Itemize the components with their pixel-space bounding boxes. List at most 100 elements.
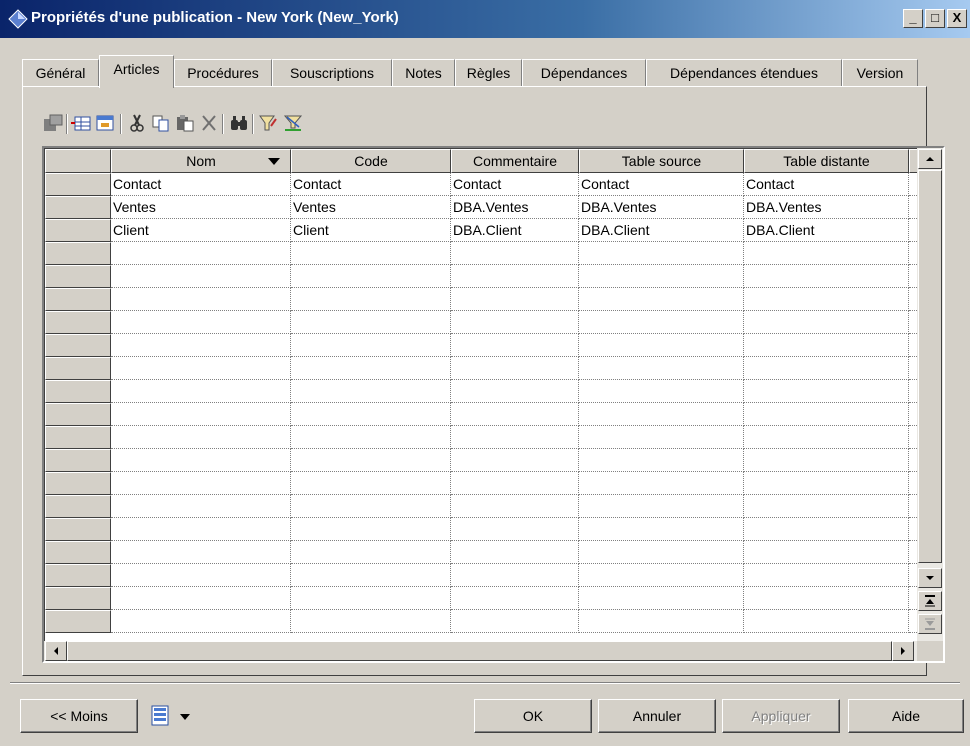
grid-cell[interactable]: DBA.Client bbox=[579, 219, 744, 242]
grid-cell[interactable] bbox=[451, 380, 579, 403]
properties-icon[interactable] bbox=[42, 112, 64, 134]
copy-icon[interactable] bbox=[150, 112, 172, 134]
grid-cell[interactable] bbox=[451, 288, 579, 311]
filter-icon[interactable] bbox=[258, 112, 280, 134]
grid-cell[interactable] bbox=[111, 610, 291, 633]
tab-general[interactable]: Général bbox=[22, 59, 99, 87]
grid-cell[interactable]: Client bbox=[111, 219, 291, 242]
tab-extended-dependencies[interactable]: Dépendances étendues bbox=[646, 59, 842, 87]
grid-cell[interactable] bbox=[579, 449, 744, 472]
insert-row-icon[interactable] bbox=[94, 112, 116, 134]
grid-cell[interactable] bbox=[111, 426, 291, 449]
grid-cell[interactable]: DBA.Client bbox=[451, 219, 579, 242]
grid-cell[interactable]: Contact bbox=[744, 173, 909, 196]
grid-cell[interactable] bbox=[579, 426, 744, 449]
tab-subscriptions[interactable]: Souscriptions bbox=[272, 59, 392, 87]
grid-cell[interactable] bbox=[451, 587, 579, 610]
row-header[interactable] bbox=[45, 495, 111, 518]
grid-cell[interactable] bbox=[579, 564, 744, 587]
scroll-thumb[interactable] bbox=[918, 170, 942, 563]
column-header-code[interactable]: Code bbox=[291, 149, 451, 173]
grid-cell[interactable] bbox=[291, 472, 451, 495]
title-bar[interactable]: Propriétés d'une publication - New York … bbox=[0, 0, 970, 38]
grid-cell[interactable] bbox=[291, 541, 451, 564]
grid-cell[interactable]: DBA.Ventes bbox=[744, 196, 909, 219]
grid-cell[interactable] bbox=[111, 242, 291, 265]
row-header[interactable] bbox=[45, 449, 111, 472]
grid-cell[interactable] bbox=[744, 495, 909, 518]
grid-cell[interactable] bbox=[111, 403, 291, 426]
grid-cell[interactable] bbox=[291, 380, 451, 403]
grid-cell[interactable] bbox=[291, 587, 451, 610]
row-header[interactable] bbox=[45, 196, 111, 219]
grid-cell[interactable] bbox=[579, 495, 744, 518]
tab-version[interactable]: Version bbox=[842, 59, 918, 87]
grid-cell[interactable] bbox=[291, 334, 451, 357]
less-button[interactable]: << Moins bbox=[20, 699, 138, 733]
grid-cell[interactable] bbox=[744, 541, 909, 564]
grid-cell[interactable] bbox=[291, 449, 451, 472]
grid-cell[interactable] bbox=[291, 357, 451, 380]
grid-cell[interactable] bbox=[451, 610, 579, 633]
tab-articles[interactable]: Articles bbox=[99, 55, 174, 88]
grid-cell[interactable] bbox=[451, 242, 579, 265]
find-icon[interactable] bbox=[228, 112, 250, 134]
scroll-down-button[interactable] bbox=[918, 568, 942, 588]
grid-cell[interactable] bbox=[579, 334, 744, 357]
grid-cell[interactable] bbox=[451, 426, 579, 449]
maximize-button[interactable]: □ bbox=[925, 9, 945, 28]
grid-cell[interactable] bbox=[291, 564, 451, 587]
grid-cell[interactable] bbox=[451, 265, 579, 288]
close-button[interactable]: X bbox=[947, 9, 967, 28]
ok-button[interactable]: OK bbox=[474, 699, 592, 733]
row-header[interactable] bbox=[45, 587, 111, 610]
row-header[interactable] bbox=[45, 403, 111, 426]
grid-cell[interactable] bbox=[744, 242, 909, 265]
grid-cell[interactable] bbox=[111, 518, 291, 541]
grid-cell[interactable] bbox=[111, 311, 291, 334]
scroll-top-button[interactable] bbox=[918, 591, 942, 611]
help-button[interactable]: Aide bbox=[848, 699, 964, 733]
row-header[interactable] bbox=[45, 219, 111, 242]
grid-cell[interactable] bbox=[744, 311, 909, 334]
grid-cell[interactable] bbox=[451, 449, 579, 472]
grid-cell[interactable]: Ventes bbox=[111, 196, 291, 219]
grid-cell[interactable] bbox=[579, 242, 744, 265]
row-header[interactable] bbox=[45, 242, 111, 265]
grid-cell[interactable] bbox=[451, 495, 579, 518]
grid-cell[interactable] bbox=[451, 311, 579, 334]
clear-filter-icon[interactable] bbox=[282, 112, 304, 134]
apply-button[interactable]: Appliquer bbox=[722, 699, 840, 733]
tab-dependencies[interactable]: Dépendances bbox=[522, 59, 646, 87]
grid-cell[interactable] bbox=[291, 242, 451, 265]
row-header[interactable] bbox=[45, 610, 111, 633]
row-header[interactable] bbox=[45, 288, 111, 311]
grid-cell[interactable] bbox=[744, 426, 909, 449]
grid-cell[interactable]: DBA.Ventes bbox=[451, 196, 579, 219]
grid-cell[interactable] bbox=[111, 541, 291, 564]
grid-cell[interactable] bbox=[111, 449, 291, 472]
grid-cell[interactable] bbox=[744, 610, 909, 633]
grid-cell[interactable] bbox=[744, 472, 909, 495]
grid-cell[interactable]: Ventes bbox=[291, 196, 451, 219]
grid-cell[interactable] bbox=[744, 518, 909, 541]
grid-cell[interactable] bbox=[579, 518, 744, 541]
grid-cell[interactable] bbox=[291, 311, 451, 334]
grid-cell[interactable] bbox=[579, 472, 744, 495]
grid-cell[interactable] bbox=[111, 564, 291, 587]
grid-cell[interactable] bbox=[451, 541, 579, 564]
tab-procedures[interactable]: Procédures bbox=[174, 59, 272, 87]
grid-cell[interactable] bbox=[451, 403, 579, 426]
grid-cell[interactable]: DBA.Ventes bbox=[579, 196, 744, 219]
grid-cell[interactable]: Contact bbox=[579, 173, 744, 196]
grid-cell[interactable] bbox=[291, 403, 451, 426]
grid-cell[interactable] bbox=[579, 265, 744, 288]
grid-cell[interactable] bbox=[291, 426, 451, 449]
grid-cell[interactable]: Contact bbox=[111, 173, 291, 196]
tab-rules[interactable]: Règles bbox=[455, 59, 522, 87]
row-header[interactable] bbox=[45, 564, 111, 587]
scroll-right-button[interactable] bbox=[892, 641, 914, 661]
row-header[interactable] bbox=[45, 518, 111, 541]
layout-dropdown[interactable] bbox=[150, 705, 200, 729]
row-header[interactable] bbox=[45, 311, 111, 334]
